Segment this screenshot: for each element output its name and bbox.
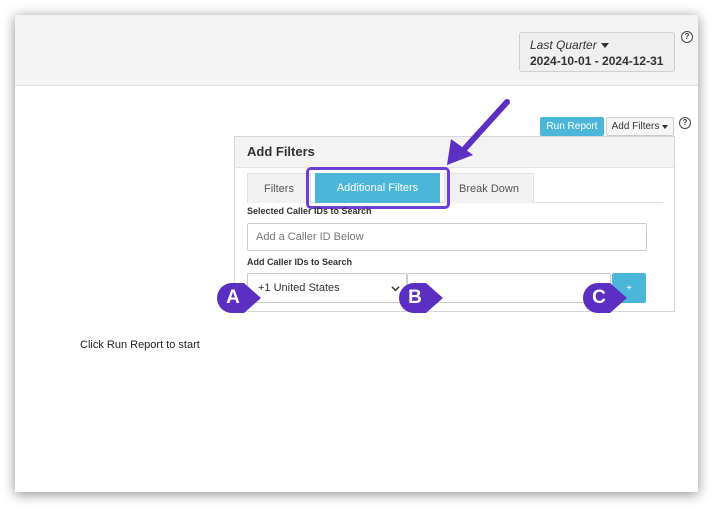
callout-b: B — [398, 282, 444, 314]
callout-a-label: A — [226, 287, 240, 308]
callout-c: C — [582, 282, 628, 314]
app-window: Last Quarter 2024-10-01 - 2024-12-31 ? R… — [15, 15, 698, 492]
annotation-arrow-icon — [447, 99, 510, 165]
callout-a: A — [216, 282, 262, 314]
callout-b-label: B — [408, 287, 422, 308]
callout-c-label: C — [592, 287, 606, 308]
